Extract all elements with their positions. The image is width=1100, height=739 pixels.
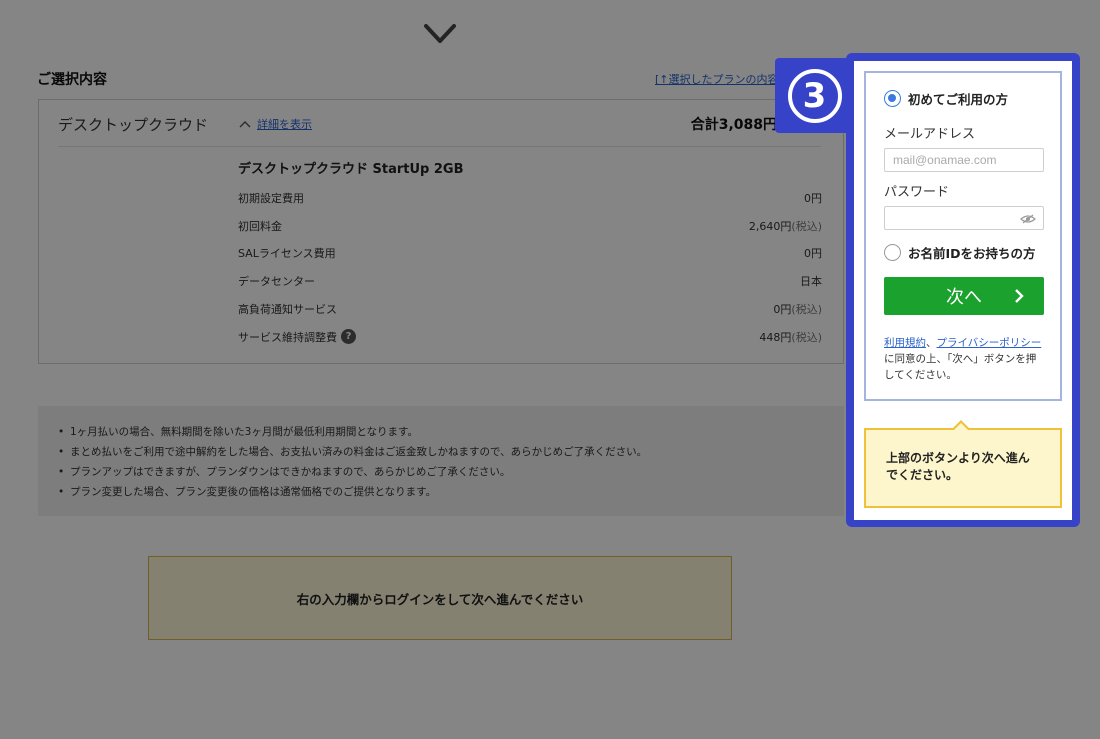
login-card: 初めてご利用の方 メールアドレス パスワード お名前IDをお持ちの方 次へ 利用… [864,71,1062,401]
radio-new-user[interactable]: 初めてご利用の方 [884,89,1008,108]
radio-existing-user[interactable]: お名前IDをお持ちの方 [884,243,1036,262]
email-label: メールアドレス [884,127,976,142]
password-label: パスワード [884,185,950,200]
step-number: 3 [787,68,842,123]
email-field[interactable] [884,148,1044,172]
radio-button[interactable] [884,244,901,261]
next-button[interactable]: 次へ [884,277,1044,315]
privacy-policy-link[interactable]: プライバシーポリシー [937,337,1042,349]
radio-button-checked[interactable] [884,90,901,107]
instruction-tooltip: 上部のボタンより次へ進んでください。 [864,420,1062,508]
eye-slash-icon[interactable] [1020,214,1036,224]
terms-link[interactable]: 利用規約 [884,337,926,349]
step-badge: 3 [775,58,854,133]
consent-text: 利用規約、プライバシーポリシーに同意の上、「次へ」ボタンを押してください。 [884,337,1042,381]
radio-label: 初めてご利用の方 [908,92,1009,107]
chevron-right-icon [1015,289,1024,303]
radio-label: お名前IDをお持ちの方 [908,246,1036,261]
